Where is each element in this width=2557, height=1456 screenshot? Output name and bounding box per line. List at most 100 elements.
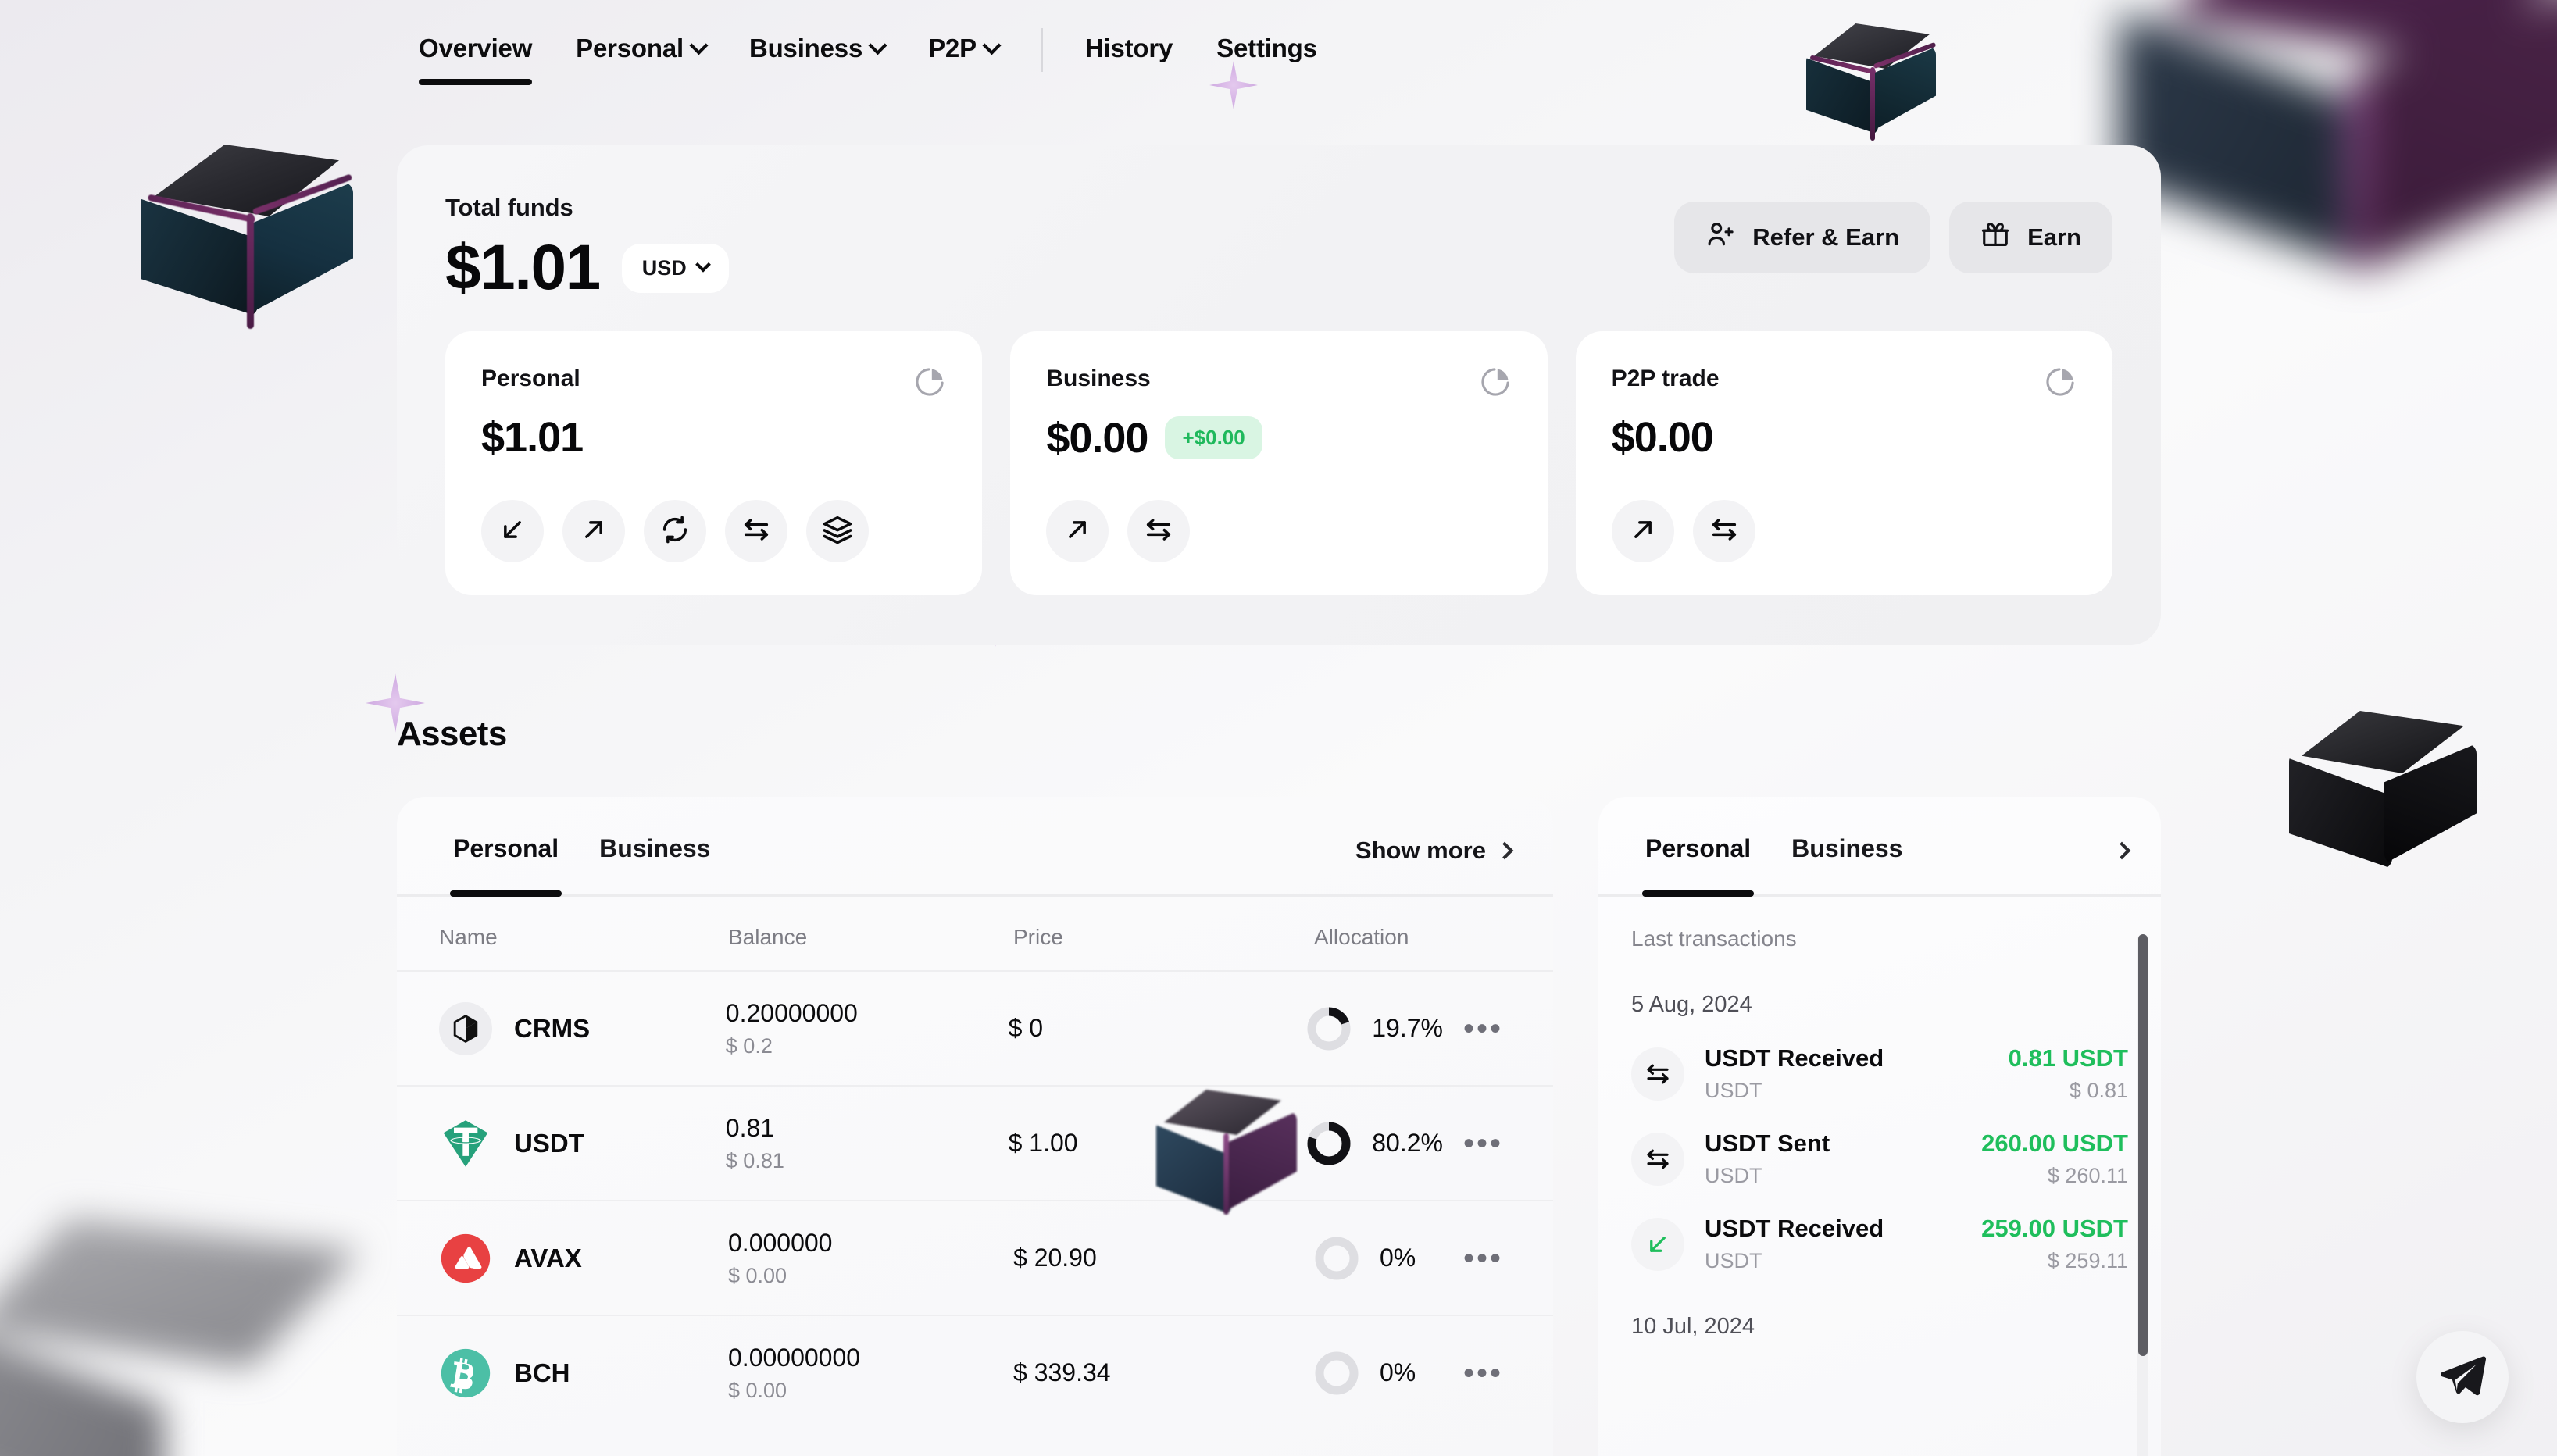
column-header-allocation: Allocation: [1314, 925, 1409, 949]
asset-row[interactable]: AVAX 0.000000 $ 0.00 $ 20.90 0% •••: [397, 1200, 1553, 1315]
tab-personal[interactable]: Personal: [439, 834, 573, 897]
account-card-actions: [1611, 500, 1755, 562]
telegram-support-button[interactable]: [2416, 1331, 2509, 1423]
total-funds-label: Total funds: [445, 194, 573, 221]
gift-icon: [1980, 219, 2010, 255]
transaction-title: USDT Sent: [1705, 1129, 1830, 1157]
tether-icon: [439, 1117, 492, 1170]
chevron-down-icon: [868, 35, 887, 55]
refer-and-earn-button[interactable]: Refer & Earn: [1674, 202, 1931, 273]
asset-price: $ 20.90: [1013, 1244, 1097, 1272]
nav-item-overview[interactable]: Overview: [397, 2, 554, 98]
exchange-button[interactable]: [644, 500, 706, 562]
nav-item-settings[interactable]: Settings: [1195, 2, 1339, 98]
tab-business[interactable]: Business: [1777, 834, 1916, 894]
decorative-cube-black-right: [2289, 711, 2477, 875]
allocation-donut: [1306, 1006, 1352, 1051]
top-navigation: Overview Personal Business P2P History Settin…: [0, 0, 2557, 100]
pie-chart-icon[interactable]: [1479, 366, 1512, 402]
nav-separator: [1040, 28, 1043, 72]
currency-selector-value: USD: [641, 255, 687, 280]
asset-balance-fiat: $ 0.2: [725, 1033, 773, 1058]
show-more-button[interactable]: Show more: [1355, 836, 1514, 893]
transactions-expand-button[interactable]: [2112, 841, 2131, 885]
transaction-title: USDT Received: [1705, 1044, 1884, 1072]
transfer-icon: [1631, 1132, 1684, 1186]
transfer-button[interactable]: [1127, 500, 1191, 562]
account-card-actions: [481, 500, 869, 562]
stake-icon: [822, 514, 853, 549]
stake-button[interactable]: [806, 500, 869, 562]
transaction-item[interactable]: USDT Received USDT 0.81 USDT $ 0.81: [1631, 1018, 2128, 1103]
chevron-down-icon: [689, 35, 709, 55]
transaction-asset: USDT: [1705, 1079, 1762, 1102]
avalanche-icon: [439, 1232, 492, 1285]
withdraw-button[interactable]: [562, 500, 625, 562]
transfer-button[interactable]: [725, 500, 787, 562]
decorative-cube-topleft: [141, 145, 353, 329]
transfer-icon: [1709, 514, 1740, 549]
asset-balance: 0.00000000: [728, 1343, 861, 1372]
total-funds-amount: $1.01: [445, 232, 601, 303]
exchange-icon: [659, 514, 691, 549]
deposit-button[interactable]: [481, 500, 544, 562]
asset-row[interactable]: BCH 0.00000000 $ 0.00 $ 339.34 0% •••: [397, 1315, 1553, 1429]
transaction-item[interactable]: USDT Sent USDT 260.00 USDT $ 260.11: [1631, 1103, 2128, 1188]
allocation-percent: 0%: [1380, 1244, 1416, 1272]
transactions-scrollbar-thumb[interactable]: [2138, 934, 2148, 1356]
refer-and-earn-label: Refer & Earn: [1752, 223, 1900, 251]
asset-balance: 0.20000000: [725, 998, 858, 1027]
withdraw-button[interactable]: [1046, 500, 1109, 562]
assets-table-header: Name Balance Price Allocation: [397, 897, 1553, 970]
nav-item-label: Personal: [576, 34, 684, 62]
account-card-actions: [1046, 500, 1191, 562]
transaction-fiat: $ 0.81: [2069, 1079, 2128, 1102]
earn-label: Earn: [2027, 223, 2081, 251]
withdraw-icon: [578, 514, 609, 549]
asset-row[interactable]: USDT 0.81 $ 0.81 $ 1.00 80.2% •••: [397, 1085, 1553, 1200]
account-card-personal[interactable]: Personal $1.01: [445, 331, 983, 595]
account-card-delta-badge: +$0.00: [1165, 416, 1262, 459]
pie-chart-icon[interactable]: [913, 366, 946, 402]
withdraw-icon: [1062, 514, 1093, 549]
chevron-down-icon: [982, 35, 1002, 55]
asset-price: $ 0: [1008, 1014, 1044, 1042]
asset-row-menu-button[interactable]: •••: [1463, 1243, 1511, 1274]
asset-symbol: BCH: [514, 1358, 570, 1387]
currency-selector[interactable]: USD: [621, 243, 729, 293]
tab-business[interactable]: Business: [585, 834, 724, 894]
nav-item-label: P2P: [928, 34, 977, 62]
nav-item-history[interactable]: History: [1063, 2, 1195, 98]
transactions-scrollbar[interactable]: [2137, 934, 2148, 1456]
nav-item-business[interactable]: Business: [727, 2, 906, 98]
asset-row-menu-button[interactable]: •••: [1463, 1128, 1511, 1159]
column-header-balance: Balance: [728, 925, 808, 949]
tab-personal[interactable]: Personal: [1631, 834, 1765, 897]
allocation-percent: 0%: [1380, 1358, 1416, 1386]
asset-row-menu-button[interactable]: •••: [1463, 1013, 1511, 1044]
transaction-amount: 259.00 USDT: [1981, 1215, 2128, 1242]
asset-row[interactable]: CRMS 0.20000000 $ 0.2 $ 0 19.7% •••: [397, 970, 1553, 1085]
transfer-button[interactable]: [1692, 500, 1755, 562]
earn-button[interactable]: Earn: [1949, 202, 2112, 273]
pie-chart-icon[interactable]: [2044, 366, 2077, 402]
account-card-amount: $1.01: [481, 414, 584, 461]
chevron-down-icon: [695, 256, 711, 273]
nav-item-personal[interactable]: Personal: [554, 2, 727, 98]
column-header-name: Name: [439, 925, 498, 949]
transaction-fiat: $ 260.11: [2047, 1164, 2128, 1187]
transaction-date-header: 10 Jul, 2024: [1631, 1314, 1755, 1339]
account-card-business[interactable]: Business $0.00 +$0.00: [1010, 331, 1548, 595]
transaction-asset: USDT: [1705, 1249, 1762, 1272]
nav-item-p2p[interactable]: P2P: [906, 2, 1020, 98]
show-more-label: Show more: [1355, 836, 1486, 864]
chevron-right-icon: [2112, 841, 2131, 859]
withdraw-icon: [1627, 514, 1659, 549]
transaction-item[interactable]: USDT Received USDT 259.00 USDT $ 259.11: [1631, 1188, 2128, 1273]
asset-row-menu-button[interactable]: •••: [1463, 1358, 1511, 1389]
nav-item-label: History: [1084, 34, 1173, 62]
account-card-amount: $0.00: [1046, 414, 1148, 462]
decorative-cube-grey-blurred: [0, 1219, 375, 1456]
account-card-p2p-trade[interactable]: P2P trade $0.00: [1575, 331, 2112, 595]
withdraw-button[interactable]: [1611, 500, 1674, 562]
